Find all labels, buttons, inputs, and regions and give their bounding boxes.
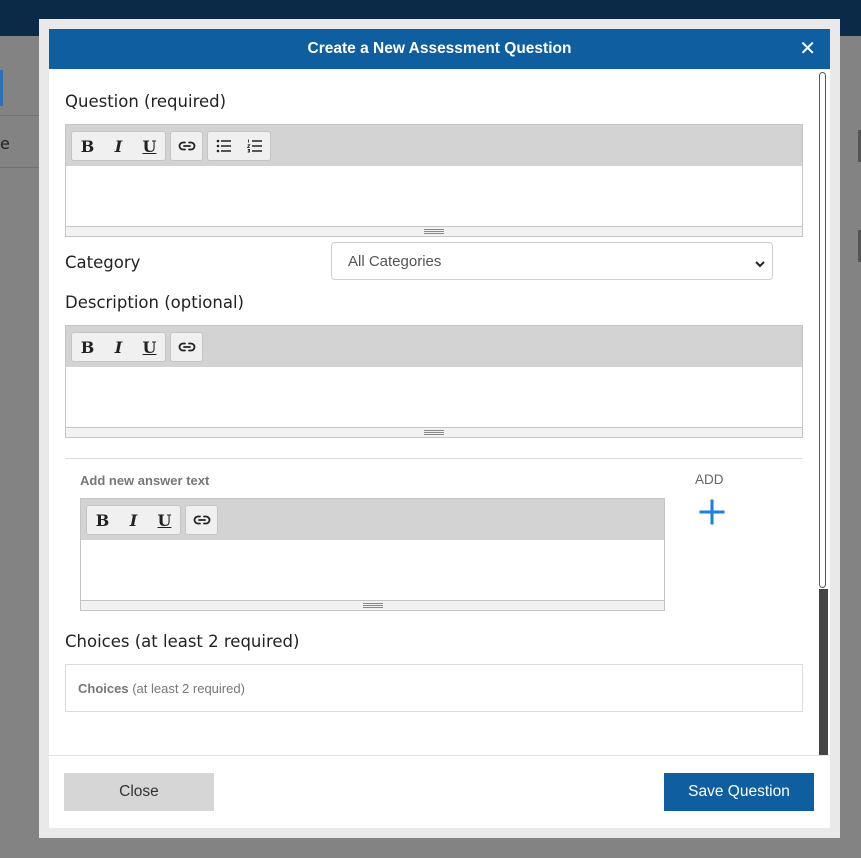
grip-icon (424, 430, 444, 435)
editor-resize-handle[interactable] (66, 427, 802, 437)
scrollbar-track-lower[interactable] (819, 589, 828, 755)
add-answer-label: ADD (695, 472, 724, 487)
link-button-group (170, 332, 203, 362)
assessment-question-modal: Create a New Assessment Question ✕ Quest… (49, 29, 830, 828)
modal-title: Create a New Assessment Question (307, 40, 572, 57)
close-icon[interactable]: ✕ (799, 36, 816, 60)
background-divider (0, 167, 40, 168)
italic-button[interactable]: I (103, 132, 134, 160)
description-label: Description (optional) (65, 293, 244, 312)
editor-toolbar: B I U (66, 326, 802, 367)
modal-backdrop-frame: Create a New Assessment Question ✕ Quest… (39, 19, 840, 838)
grip-icon (424, 229, 444, 234)
bold-button[interactable]: B (72, 333, 103, 361)
background-divider (0, 115, 40, 116)
description-editor: B I U (65, 325, 803, 438)
format-button-group: B I U (86, 505, 181, 535)
scrollbar-thumb[interactable] (819, 72, 826, 588)
background-text: e (0, 134, 10, 153)
bullet-list-icon[interactable] (208, 132, 239, 160)
format-button-group: B I U (71, 332, 166, 362)
background-button (0, 70, 3, 106)
question-editor: B I U (65, 124, 803, 237)
choices-label: Choices (at least 2 required) (65, 632, 300, 651)
editor-toolbar: B I U (81, 499, 664, 540)
question-text-area[interactable] (66, 166, 802, 226)
section-divider (65, 458, 803, 459)
save-question-button[interactable]: Save Question (664, 773, 814, 811)
italic-button[interactable]: I (118, 506, 149, 534)
link-icon[interactable] (171, 333, 202, 361)
answer-editor: B I U (80, 498, 665, 611)
choices-list: Choices (at least 2 required) (65, 664, 803, 712)
grip-icon (362, 603, 383, 608)
underline-button[interactable]: U (134, 333, 165, 361)
choices-placeholder-rest: (at least 2 required) (128, 681, 245, 696)
bold-button[interactable]: B (87, 506, 118, 534)
footer-divider (49, 755, 830, 756)
choices-placeholder-bold: Choices (78, 681, 129, 696)
modal-body: Question (required) B I U Category All C… (49, 69, 830, 755)
answer-label: Add new answer text (80, 473, 210, 488)
description-text-area[interactable] (66, 367, 802, 427)
link-button-group (185, 505, 218, 535)
editor-toolbar: B I U (66, 125, 802, 166)
plus-icon[interactable] (699, 499, 725, 525)
numbered-list-icon[interactable] (239, 132, 270, 160)
modal-header: Create a New Assessment Question ✕ (49, 29, 830, 69)
category-label: Category (65, 253, 141, 272)
underline-button[interactable]: U (134, 132, 165, 160)
list-button-group (207, 131, 271, 161)
category-select-value: All Categories (348, 253, 442, 270)
question-label: Question (required) (65, 92, 227, 111)
link-icon[interactable] (186, 506, 217, 534)
editor-resize-handle[interactable] (66, 226, 802, 236)
italic-button[interactable]: I (103, 333, 134, 361)
link-icon[interactable] (171, 132, 202, 160)
link-button-group (170, 131, 203, 161)
chevron-down-icon (754, 255, 766, 274)
close-button[interactable]: Close (64, 773, 214, 811)
format-button-group: B I U (71, 131, 166, 161)
underline-button[interactable]: U (149, 506, 180, 534)
category-select[interactable]: All Categories (331, 242, 773, 280)
editor-resize-handle[interactable] (81, 600, 664, 610)
choices-placeholder: Choices (at least 2 required) (78, 681, 245, 696)
answer-text-area[interactable] (81, 540, 664, 600)
bold-button[interactable]: B (72, 132, 103, 160)
